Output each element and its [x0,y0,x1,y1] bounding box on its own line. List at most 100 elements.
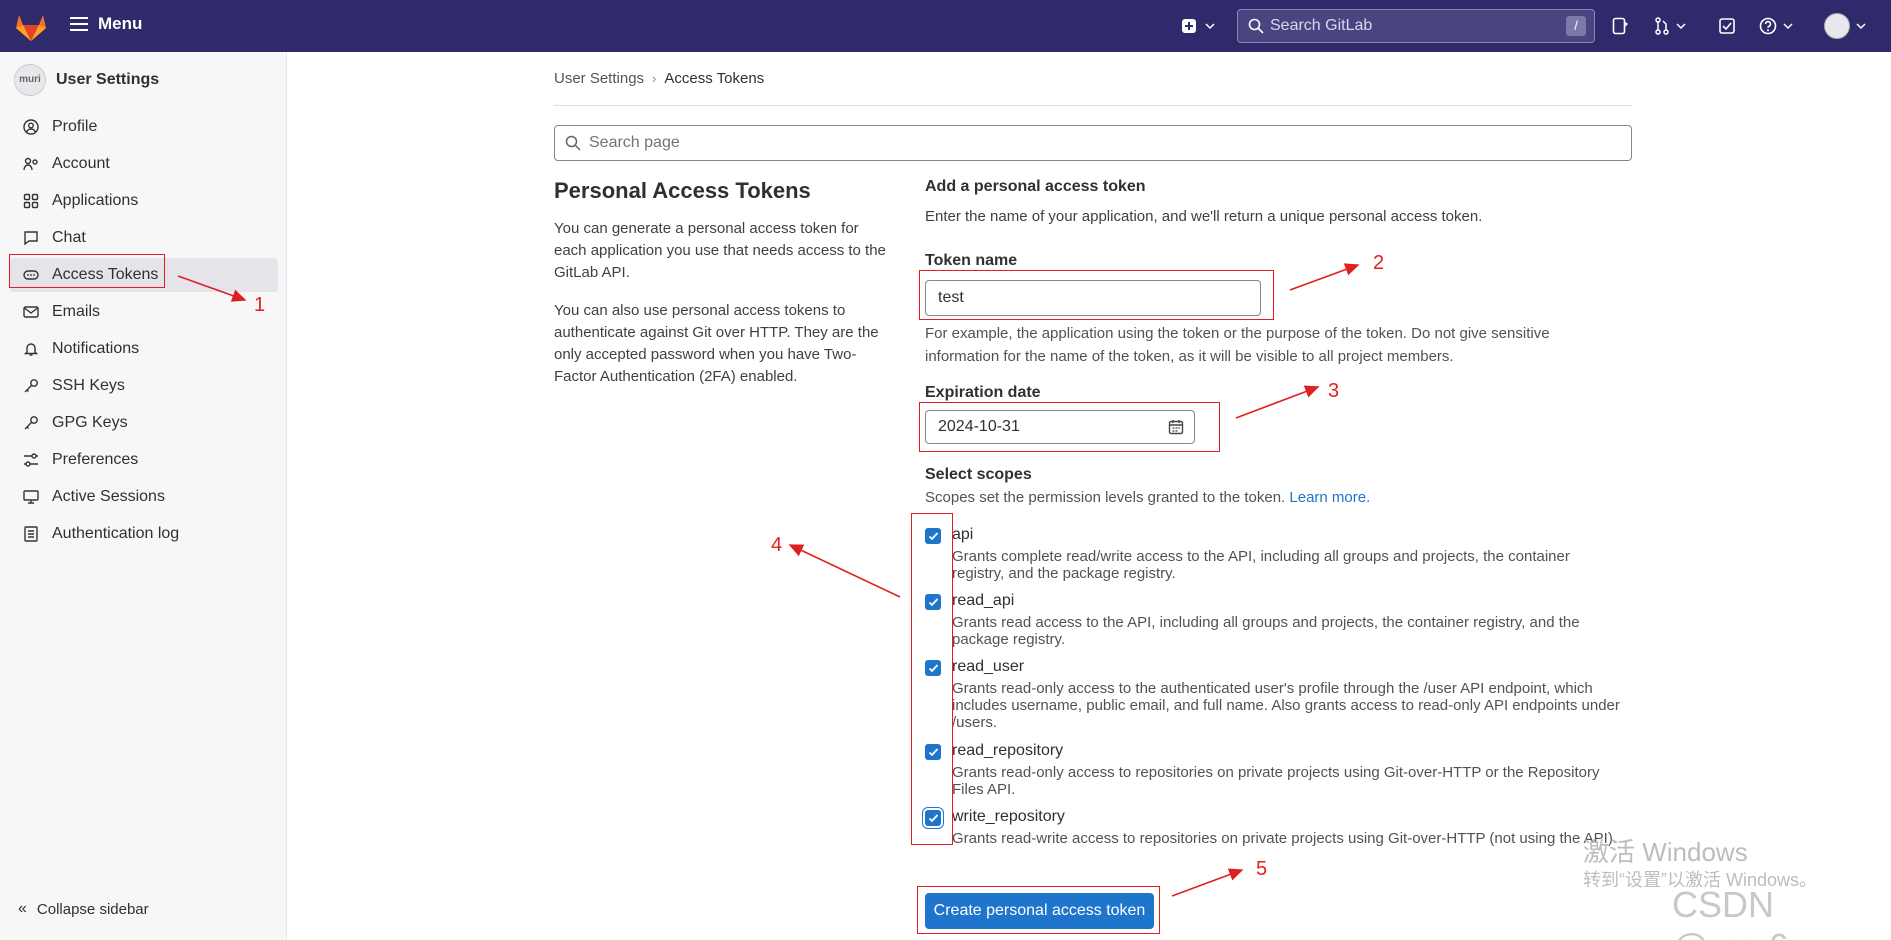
sidebar: muri User Settings Profile Account Appli… [0,52,287,940]
form-description: Enter the name of your application, and … [925,208,1483,225]
sidebar-item-ssh-keys[interactable]: SSH Keys [10,369,278,403]
sidebar-item-label: SSH Keys [52,377,125,394]
chevron-down-icon [1676,23,1686,30]
intro-section: Personal Access Tokens You can generate … [554,178,894,404]
annotation-box-4 [911,513,953,845]
scope-name: read_api [952,592,1015,609]
monitor-icon [22,488,40,506]
sidebar-title: User Settings [56,71,160,88]
key-icon [22,414,40,432]
scope-description: Grants read-only access to the authentic… [952,680,1620,731]
sidebar-item-label: Authentication log [52,525,180,542]
chevron-right-icon: › [652,71,657,86]
scopes-help: Scopes set the permission levels granted… [925,486,1625,509]
annotation-box-2 [919,270,1274,320]
chevron-down-icon [1205,23,1215,30]
scope-description: Grants read access to the API, including… [952,614,1580,648]
annotation-number-2: 2 [1373,252,1385,274]
key-icon [22,377,40,395]
sidebar-item-label: Notifications [52,340,140,357]
annotation-box-3 [919,402,1220,452]
scope-description: Grants read-write access to repositories… [952,830,1617,847]
sidebar-item-account[interactable]: Account [10,147,278,181]
menu-label: Menu [98,14,143,33]
scope-read-repository: read_repository Grants read-only access … [925,742,1625,802]
applications-icon [22,192,40,210]
page-title: Personal Access Tokens [554,178,811,203]
scope-name: read_user [952,658,1025,675]
annotation-number-3: 3 [1328,380,1340,402]
merge-request-icon [1655,17,1669,35]
breadcrumb: User Settings › Access Tokens [554,70,764,87]
sidebar-item-emails[interactable]: Emails [10,295,278,329]
log-icon [22,525,40,543]
csdn-watermark: CSDN @mry6 [1672,884,1789,940]
collapse-sidebar-label: Collapse sidebar [36,900,149,918]
learn-more-link[interactable]: Learn more. [1289,489,1370,506]
sidebar-item-label: Profile [52,118,98,135]
sidebar-item-label: Chat [52,229,86,246]
search-icon [1248,18,1264,34]
sidebar-item-applications[interactable]: Applications [10,184,278,218]
user-menu-button[interactable] [1820,0,1870,52]
sidebar-item-label: GPG Keys [52,414,128,431]
search-icon [565,135,581,151]
sidebar-item-label: Applications [52,192,139,209]
breadcrumb-current[interactable]: Access Tokens [664,70,764,87]
token-name-label: Token name [925,252,1018,269]
scope-read-user: read_user Grants read-only access to the… [925,658,1625,736]
new-item-button[interactable] [1178,0,1218,52]
annotation-number-5: 5 [1256,858,1268,880]
sidebar-item-preferences[interactable]: Preferences [10,443,278,477]
profile-icon [22,118,40,136]
chat-icon [22,229,40,247]
gitlab-logo[interactable] [14,10,48,42]
issues-icon [1612,17,1628,35]
sidebar-item-label: Active Sessions [52,488,165,505]
scope-name: api [952,526,974,543]
preferences-icon [22,451,40,469]
intro-paragraph-2: You can also use personal access tokens … [554,302,879,385]
sidebar-item-label: Preferences [52,451,139,468]
windows-activation-watermark: 激活 Windows [1583,837,1748,867]
global-search-input[interactable]: Search GitLab / [1237,9,1595,43]
scope-api: api Grants complete read/write access to… [925,526,1625,586]
sidebar-item-notifications[interactable]: Notifications [10,332,278,366]
breadcrumb-divider [554,105,1632,106]
mail-icon [22,303,40,321]
sidebar-item-gpg-keys[interactable]: GPG Keys [10,406,278,440]
account-icon [22,155,40,173]
sidebar-item-profile[interactable]: Profile [10,110,278,144]
expiration-date-label: Expiration date [925,384,1041,401]
intro-paragraph-1: You can generate a personal access token… [554,220,886,281]
avatar: muri [14,64,46,96]
scope-description: Grants complete read/write access to the… [952,548,1570,582]
sidebar-item-active-sessions[interactable]: Active Sessions [10,480,278,514]
sidebar-header[interactable]: muri User Settings [14,64,159,96]
scopes-label: Select scopes [925,466,1032,483]
todos-button[interactable] [1715,0,1739,52]
bell-icon [22,340,40,358]
help-icon [1759,17,1777,35]
double-chevron-left-icon: « [18,900,27,917]
form-title: Add a personal access token [925,178,1146,195]
annotation-number-1: 1 [254,294,266,316]
annotation-box-1 [9,254,165,288]
merge-requests-button[interactable] [1650,0,1690,52]
search-shortcut-badge: / [1566,16,1586,36]
breadcrumb-parent[interactable]: User Settings [554,70,644,87]
scope-read-api: read_api Grants read access to the API, … [925,592,1625,652]
sidebar-item-chat[interactable]: Chat [10,221,278,255]
search-page-placeholder: Search page [589,134,680,151]
scope-name: read_repository [952,742,1064,759]
search-page-input[interactable]: Search page [554,125,1632,161]
help-button[interactable] [1756,0,1796,52]
menu-button[interactable]: Menu [70,14,142,34]
sidebar-item-authentication-log[interactable]: Authentication log [10,517,278,551]
collapse-sidebar-button[interactable]: « Collapse sidebar [18,900,149,918]
global-search-placeholder: Search GitLab [1270,17,1373,34]
chevron-down-icon [1783,23,1793,30]
token-name-help: For example, the application using the t… [925,325,1550,365]
issues-button[interactable] [1608,0,1632,52]
top-navbar: Menu Search GitLab / [0,0,1891,52]
